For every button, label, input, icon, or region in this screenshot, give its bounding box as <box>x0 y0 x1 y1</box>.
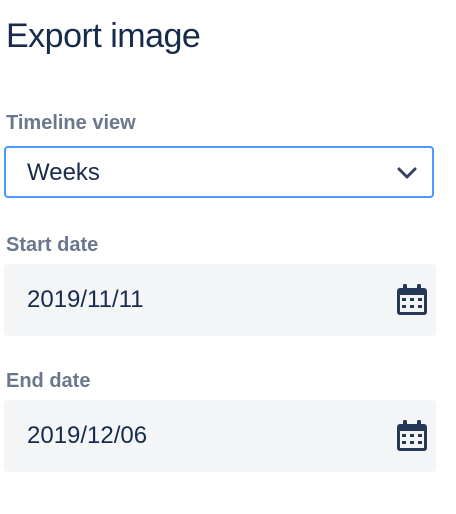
end-date-label: End date <box>6 370 91 392</box>
chevron-down-icon[interactable] <box>396 162 418 184</box>
start-date-value: 2019/11/11 <box>27 286 144 313</box>
timeline-view-value: Weeks <box>27 159 100 186</box>
calendar-icon[interactable] <box>394 419 430 453</box>
calendar-icon[interactable] <box>394 283 430 317</box>
export-image-panel: Export image Timeline view Weeks Start d… <box>0 0 456 514</box>
start-date-label: Start date <box>6 234 99 256</box>
end-date-value: 2019/12/06 <box>27 422 148 449</box>
start-date-field[interactable]: 2019/11/11 <box>4 264 436 336</box>
page-title: Export image <box>6 17 201 55</box>
timeline-view-select[interactable]: Weeks <box>4 146 434 198</box>
timeline-view-label: Timeline view <box>6 112 136 134</box>
end-date-field[interactable]: 2019/12/06 <box>4 400 436 472</box>
